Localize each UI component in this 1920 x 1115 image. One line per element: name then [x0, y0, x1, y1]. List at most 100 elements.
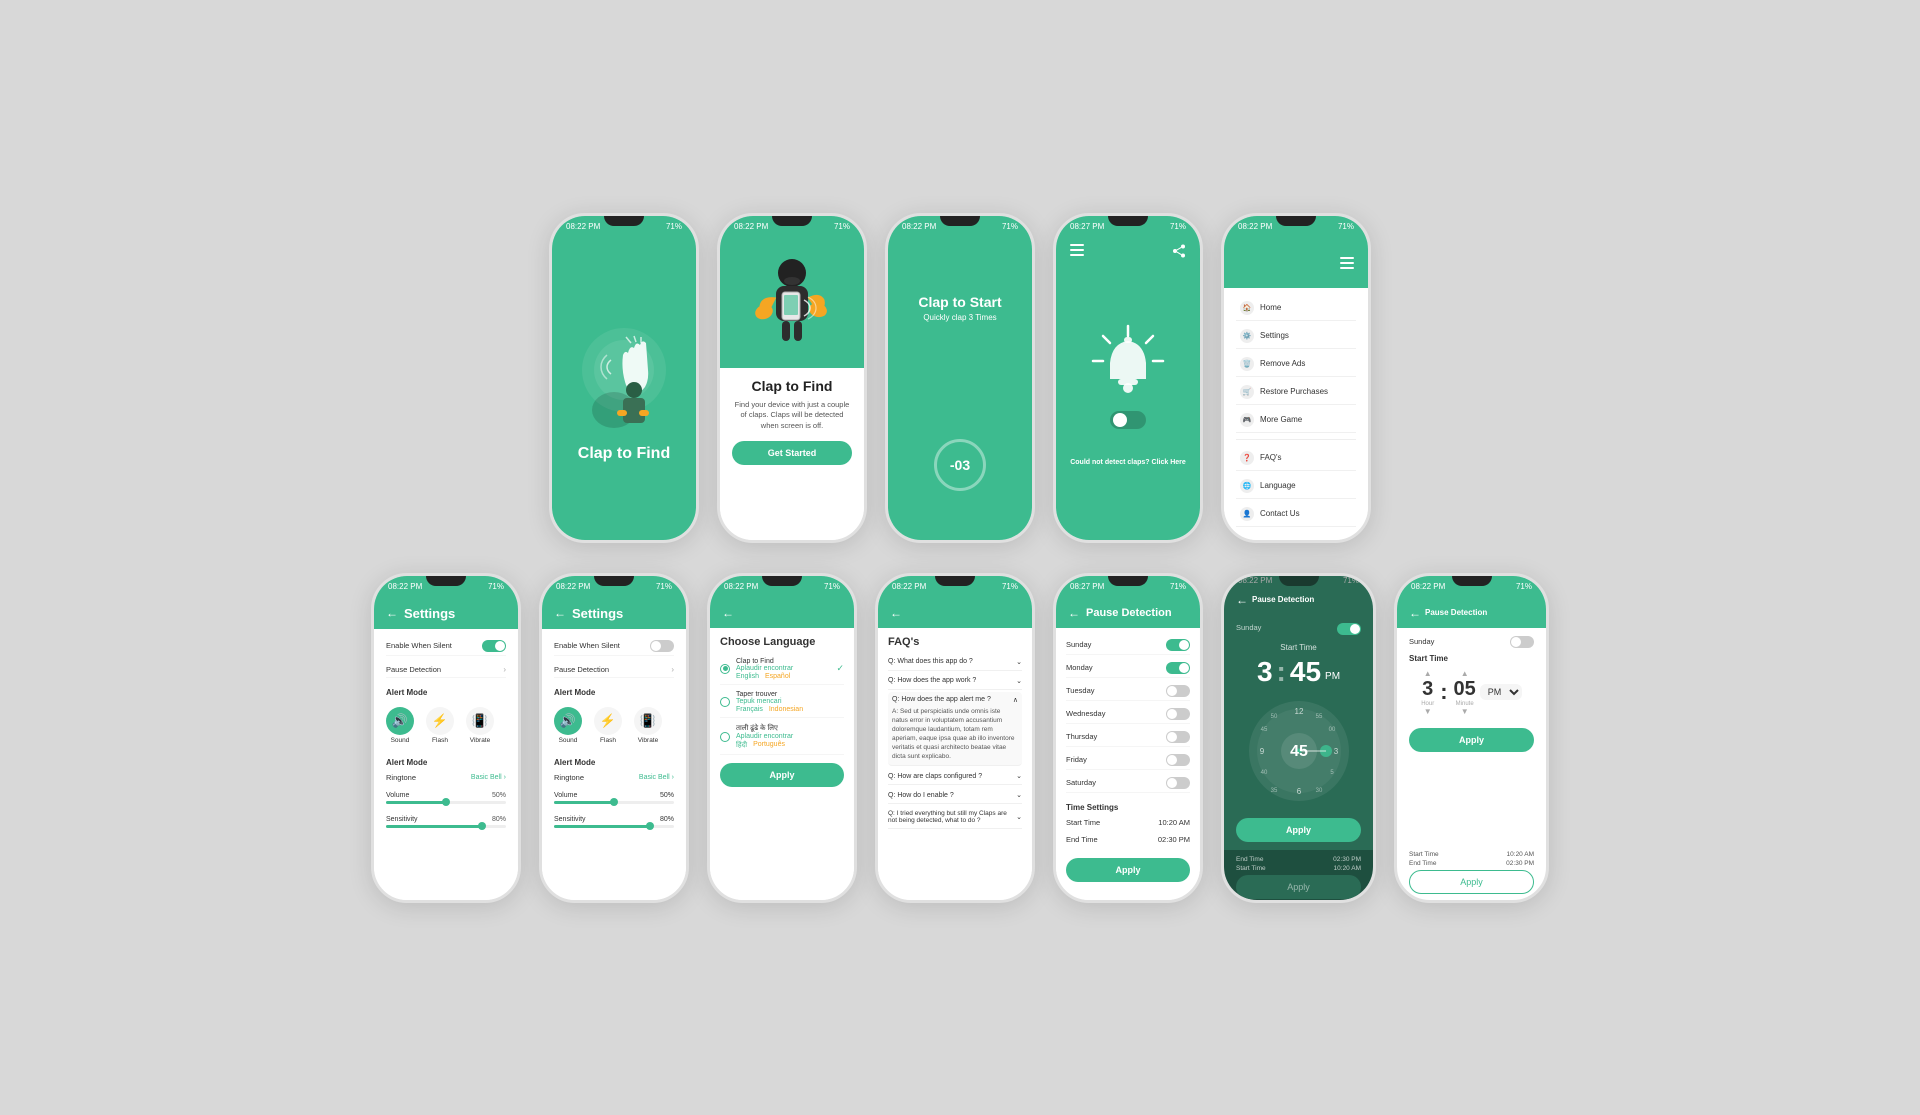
status-bar: 08:22 PM 71% — [374, 576, 518, 598]
menu-item-restore[interactable]: 🛒 Restore Purchases — [1236, 380, 1356, 405]
ringtone-row[interactable]: Ringtone Basic Bell › — [386, 773, 506, 782]
flash-option-2[interactable]: ⚡ Flash — [594, 707, 622, 744]
saturday-toggle[interactable] — [1166, 777, 1190, 789]
start-time-footer-label: Start Time — [1236, 865, 1266, 872]
enable-silent-toggle-2[interactable] — [650, 640, 674, 652]
sound-option[interactable]: 🔊 Sound — [386, 707, 414, 744]
faq-item-6[interactable]: Q: I tried everything but still my Claps… — [888, 806, 1022, 829]
get-started-button[interactable]: Get Started — [732, 441, 852, 465]
sensitivity-slider-2[interactable] — [554, 825, 674, 828]
flash-option[interactable]: ⚡ Flash — [426, 707, 454, 744]
pause-detection-row[interactable]: Pause Detection › — [386, 662, 506, 678]
notch — [426, 576, 466, 586]
faq-item-3[interactable]: Q: How does the app alert me ? ∧ A: Sed … — [888, 692, 1022, 767]
vibrate-option-2[interactable]: 📳 Vibrate — [634, 707, 662, 744]
battery: 71% — [656, 582, 672, 591]
flash-icon: ⚡ — [426, 707, 454, 735]
back-button-lang[interactable]: ← — [722, 606, 734, 620]
lang-radio-3[interactable] — [720, 732, 730, 742]
apply-button-lang-container: Apply — [720, 763, 844, 787]
hamburger-icon[interactable] — [1070, 244, 1084, 256]
enable-silent-toggle[interactable] — [482, 640, 506, 652]
menu-item-remove-ads[interactable]: 🗑️ Remove Ads — [1236, 352, 1356, 377]
monday-toggle[interactable] — [1166, 662, 1190, 674]
status-bar: 08:22 PM 71% — [1224, 576, 1373, 585]
menu-hamburger-icon[interactable] — [1340, 257, 1354, 269]
menu-item-faq[interactable]: ❓ FAQ's — [1236, 446, 1356, 471]
pause-light-footer: Start Time 10:20 AM End Time 02:30 PM Ap… — [1397, 845, 1546, 900]
apply-button-light[interactable]: Apply — [1409, 728, 1534, 752]
sensitivity-value-2: 80% — [660, 816, 674, 823]
time: 08:27 PM — [1070, 222, 1104, 231]
time: 08:22 PM — [388, 582, 422, 591]
wednesday-toggle[interactable] — [1166, 708, 1190, 720]
status-bar: 08:27 PM 71% — [1056, 576, 1200, 598]
apply-button-dark-bottom[interactable]: Apply — [1236, 875, 1361, 899]
alert-mode-section-2: Alert Mode — [554, 688, 674, 697]
up-arrow-hour: ▲ — [1424, 669, 1432, 678]
menu-item-contact[interactable]: 👤 Contact Us — [1236, 502, 1356, 527]
volume-slider[interactable] — [386, 801, 506, 804]
faq-item-1[interactable]: Q: What does this app do ? ⌄ — [888, 654, 1022, 671]
volume-value: 50% — [492, 792, 506, 799]
battery: 71% — [666, 222, 682, 231]
chevron-right-icon: › — [504, 774, 506, 781]
apply-button-lang[interactable]: Apply — [720, 763, 844, 787]
battery: 71% — [1170, 582, 1186, 591]
menu-item-settings[interactable]: ⚙️ Settings — [1236, 324, 1356, 349]
vibrate-option[interactable]: 📳 Vibrate — [466, 707, 494, 744]
sensitivity-value: 80% — [492, 816, 506, 823]
thursday-toggle[interactable] — [1166, 731, 1190, 743]
apply-button-dark[interactable]: Apply — [1236, 818, 1361, 842]
sunday-toggle-light[interactable] — [1510, 636, 1534, 648]
click-here-link[interactable]: Click Here — [1152, 459, 1186, 466]
more-game-icon: 🎮 — [1240, 413, 1254, 427]
faq-item-2[interactable]: Q: How does the app work ? ⌄ — [888, 673, 1022, 690]
clock-picker-dark[interactable]: 12 3 6 9 55 00 5 50 45 40 35 30 — [1244, 696, 1354, 806]
pause-detection-row-2[interactable]: Pause Detection › — [554, 662, 674, 678]
apply-button-outline[interactable]: Apply — [1409, 870, 1534, 894]
volume-slider-2[interactable] — [554, 801, 674, 804]
pause-detection-label-2: Pause Detection — [554, 665, 609, 674]
lang-radio-2[interactable] — [720, 697, 730, 707]
lang-portugues: Português — [753, 741, 785, 750]
tuesday-toggle[interactable] — [1166, 685, 1190, 697]
faq-q-1: Q: What does this app do ? ⌄ — [888, 658, 1022, 666]
menu-divider — [1236, 439, 1356, 440]
friday-toggle[interactable] — [1166, 754, 1190, 766]
back-button[interactable]: ← — [386, 606, 398, 620]
sound-label: Sound — [391, 737, 410, 744]
status-bar: 08:22 PM 71% — [720, 216, 864, 238]
ringtone-value: Basic Bell › — [471, 774, 506, 781]
language-row-1[interactable]: Clap to Find Aplaudir encontrar English … — [720, 654, 844, 685]
sunday-dark-toggle[interactable] — [1337, 623, 1361, 635]
sunday-toggle[interactable] — [1166, 639, 1190, 651]
faq-item-5[interactable]: Q: How do I enable ? ⌄ — [888, 787, 1022, 804]
start-time-row: Start Time 10:20 AM — [1066, 816, 1190, 829]
menu-settings-label: Settings — [1260, 331, 1289, 340]
chevron-down-icon-2: ⌄ — [1016, 677, 1022, 685]
back-button-pd[interactable]: ← — [1236, 593, 1248, 607]
sound-option-2[interactable]: 🔊 Sound — [554, 707, 582, 744]
apply-button-pause[interactable]: Apply — [1066, 858, 1190, 882]
back-button-pl[interactable]: ← — [1409, 606, 1421, 620]
share-icon[interactable] — [1172, 244, 1186, 263]
menu-item-more-game[interactable]: 🎮 More Game — [1236, 408, 1356, 433]
faq-item-4[interactable]: Q: How are claps configured ? ⌄ — [888, 768, 1022, 785]
ampm-select[interactable]: PM AM — [1480, 684, 1522, 700]
flash-icon-2: ⚡ — [594, 707, 622, 735]
sensitivity-slider[interactable] — [386, 825, 506, 828]
ringtone-row-2[interactable]: Ringtone Basic Bell › — [554, 773, 674, 782]
detection-toggle[interactable] — [1110, 411, 1146, 429]
language-row-3[interactable]: ताली ढूंढे के लिए Aplaudir encontrar हिं… — [720, 720, 844, 755]
menu-item-language[interactable]: 🌐 Language — [1236, 474, 1356, 499]
notch — [1108, 216, 1148, 226]
back-button-faq[interactable]: ← — [890, 606, 902, 620]
back-button[interactable]: ← — [554, 606, 566, 620]
menu-item-home[interactable]: 🏠 Home — [1236, 296, 1356, 321]
back-button-pause[interactable]: ← — [1068, 606, 1080, 620]
language-row-2[interactable]: Taper trouver Tepuk mencari Français Ind… — [720, 687, 844, 718]
minute-spinner[interactable]: ▲ 05 Minute ▼ — [1454, 669, 1476, 716]
lang-radio-1[interactable] — [720, 664, 730, 674]
hour-spinner[interactable]: ▲ 3 Hour ▼ — [1421, 669, 1434, 716]
